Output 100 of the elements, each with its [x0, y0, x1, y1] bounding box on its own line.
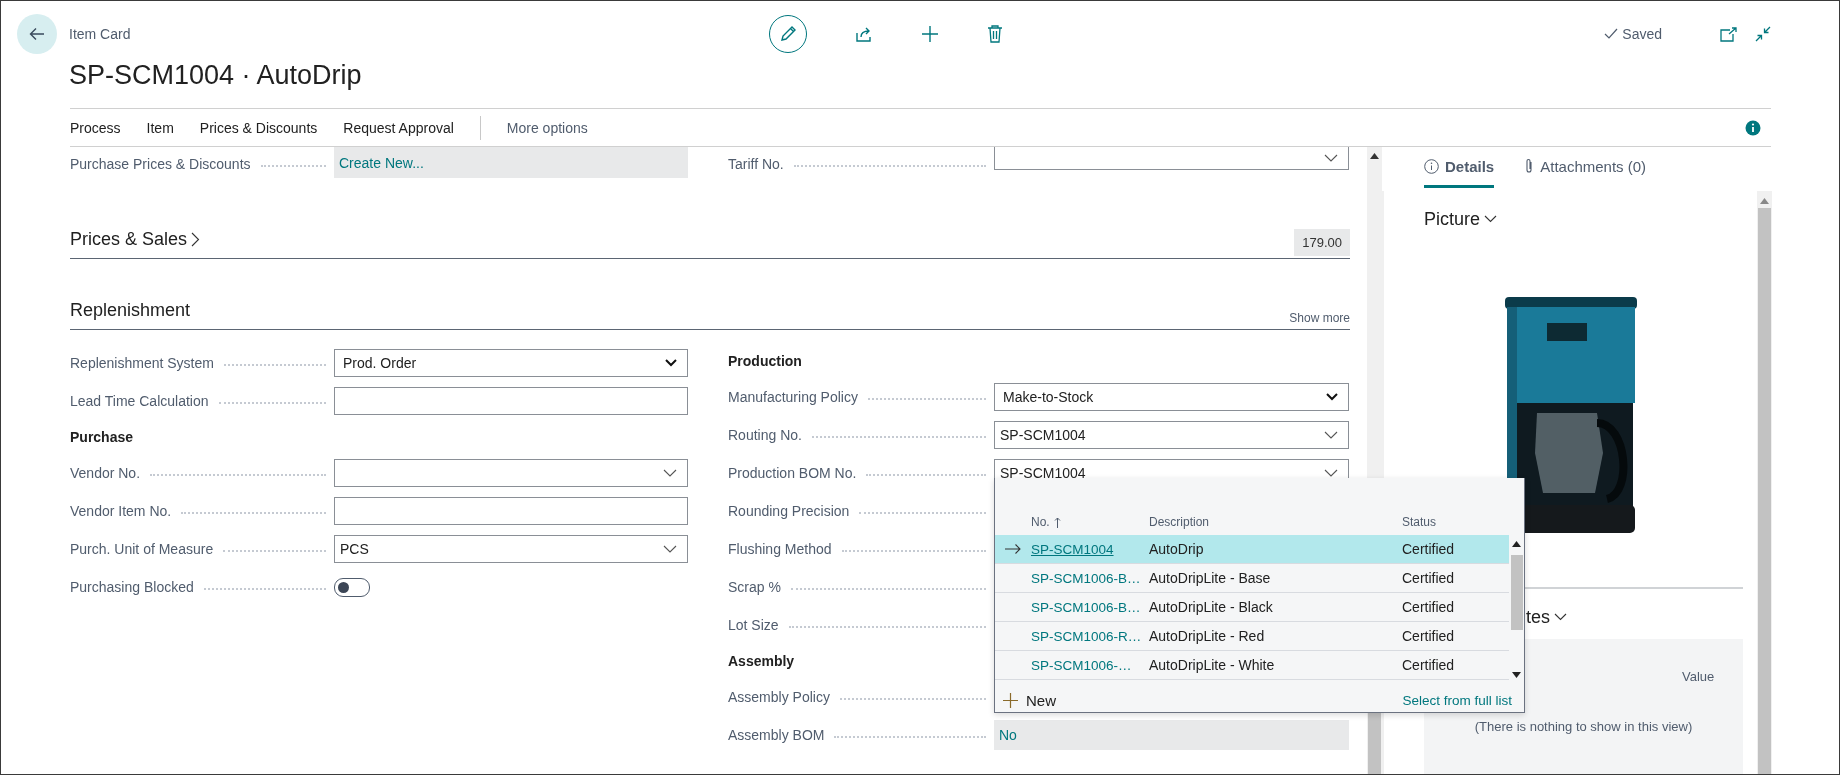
field-label: Vendor No. [70, 465, 141, 481]
field-label: Purchase Prices & Discounts [70, 156, 251, 172]
scroll-up-icon[interactable] [1370, 153, 1379, 159]
record-link[interactable]: SP-SCM1006-B… [1031, 599, 1141, 615]
pencil-icon [778, 24, 798, 44]
factbox-tab[interactable]: Details [1424, 147, 1495, 188]
factbox-heading[interactable]: tes [1526, 606, 1550, 628]
field-label: Flushing Method [728, 541, 832, 557]
info-icon[interactable] [1745, 119, 1761, 136]
table-cell: AutoDrip [1149, 541, 1204, 557]
chevron-icon [1324, 469, 1338, 477]
read-only-field[interactable]: Create New... [334, 147, 688, 178]
trash-icon[interactable] [987, 25, 1003, 43]
group-heading: Production [728, 353, 802, 369]
paperclip-icon [1524, 158, 1535, 174]
chevron-icon [1326, 393, 1338, 401]
column-header: Value [1682, 669, 1715, 684]
column-header[interactable]: Status [1402, 515, 1437, 529]
field-label: Routing No. [728, 427, 802, 443]
table-cell: Certified [1402, 657, 1455, 673]
check-icon [1604, 28, 1619, 40]
empty-message: (There is nothing to show in this view) [1473, 719, 1694, 734]
field-label: Tariff No. [728, 156, 784, 172]
action-menu-item[interactable]: Item [146, 119, 174, 136]
table-cell: Certified [1402, 570, 1455, 586]
factbox-tab[interactable]: Attachments (0) [1524, 147, 1647, 188]
lookup-row[interactable]: SP-SCM1006-B… AutoDripLite - Base Certified [995, 564, 1509, 593]
table-cell: AutoDripLite - Base [1149, 570, 1271, 586]
action-menu-item[interactable]: Prices & Discounts [199, 119, 318, 136]
chevron-down-icon[interactable] [1554, 613, 1567, 621]
collapse-icon[interactable] [1755, 26, 1771, 42]
select-from-full-list-link[interactable]: Select from full list [1402, 692, 1512, 708]
chevron-icon [663, 469, 677, 477]
chevron-icon [663, 545, 677, 553]
group-heading: Purchase [70, 429, 134, 445]
new-button[interactable]: New [1003, 691, 1056, 709]
column-header[interactable]: Description [1149, 515, 1210, 529]
section-heading[interactable]: Prices & Sales [70, 228, 188, 250]
lookup-field[interactable] [994, 147, 1349, 170]
plus-icon [1003, 692, 1018, 708]
back-arrow-icon [28, 25, 46, 43]
field-label: Lead Time Calculation [70, 393, 209, 409]
action-menu-item[interactable]: Request Approval [343, 119, 454, 136]
field-label: Scrap % [728, 579, 781, 595]
arrow-right-icon [1005, 544, 1021, 554]
field-label: Rounding Precision [728, 503, 850, 519]
field-label: Replenishment System [70, 355, 214, 371]
field-label: Manufacturing Policy [728, 389, 858, 405]
text-field[interactable] [334, 497, 688, 525]
record-link[interactable]: SP-SCM1006-… [1031, 657, 1132, 673]
factbox-heading[interactable]: Picture [1424, 208, 1481, 230]
plus-icon[interactable] [921, 25, 939, 43]
group-heading: Assembly [728, 653, 795, 669]
field-label: Assembly Policy [728, 689, 830, 705]
text-field[interactable] [334, 387, 688, 415]
chevron-down-icon[interactable] [1484, 215, 1498, 223]
lookup-row[interactable]: SP-SCM1006-B… AutoDripLite - Black Certified [995, 593, 1509, 622]
section-heading: Replenishment [70, 299, 191, 321]
field-label: Vendor Item No. [70, 503, 172, 519]
lookup-field[interactable]: SP-SCM1004 [994, 421, 1349, 449]
more-options-button[interactable]: More options [506, 119, 588, 136]
scrollbar[interactable] [1757, 191, 1772, 774]
action-menu-item[interactable]: Process [70, 119, 121, 136]
sort-arrow-icon [1053, 516, 1061, 528]
table-cell: Certified [1402, 541, 1455, 557]
record-link[interactable]: SP-SCM1006-R… [1031, 628, 1142, 644]
lookup-field[interactable] [334, 459, 688, 487]
record-link[interactable]: SP-SCM1006-B… [1031, 570, 1141, 586]
summary-value: 179.00 [1294, 229, 1350, 256]
table-cell: Certified [1402, 628, 1455, 644]
back-button[interactable] [17, 14, 57, 54]
scroll-up-icon[interactable] [1512, 541, 1521, 547]
record-link[interactable]: SP-SCM1004 [1031, 541, 1114, 557]
chevron-icon [1324, 154, 1338, 162]
field-label: Purchasing Blocked [70, 579, 194, 595]
lookup-row[interactable]: SP-SCM1006-R… AutoDripLite - Red Certified [995, 622, 1509, 651]
saved-status: Saved [1622, 26, 1662, 42]
page-caption: Item Card [69, 26, 131, 42]
field-label: Lot Size [728, 617, 779, 633]
scroll-down-icon[interactable] [1512, 672, 1521, 678]
show-more-link[interactable]: Show more [1289, 311, 1350, 325]
open-new-window-icon[interactable] [1720, 26, 1737, 42]
dropdown-field[interactable]: Prod. Order [334, 349, 688, 377]
lookup-row[interactable]: SP-SCM1006-… AutoDripLite - White Certified [995, 651, 1509, 680]
column-header[interactable]: No. [1031, 515, 1061, 529]
page-title: SP-SCM1004 · AutoDrip [69, 59, 363, 92]
toggle-switch[interactable] [334, 577, 370, 597]
table-cell: AutoDripLite - Red [1149, 628, 1265, 644]
field-label: Assembly BOM [728, 727, 825, 743]
table-cell: AutoDripLite - White [1149, 657, 1275, 673]
share-icon[interactable] [855, 25, 873, 43]
lookup-row[interactable]: SP-SCM1004 AutoDrip Certified [995, 535, 1509, 564]
lookup-field[interactable]: PCS [334, 535, 688, 563]
scroll-thumb[interactable] [1758, 208, 1771, 774]
scroll-thumb[interactable] [1510, 555, 1523, 630]
field-label: Purch. Unit of Measure [70, 541, 214, 557]
dropdown-field[interactable]: Make-to-Stock [994, 383, 1349, 411]
read-only-field[interactable]: No [994, 720, 1349, 750]
chevron-right-icon[interactable] [191, 231, 201, 247]
field-label: Production BOM No. [728, 465, 857, 481]
